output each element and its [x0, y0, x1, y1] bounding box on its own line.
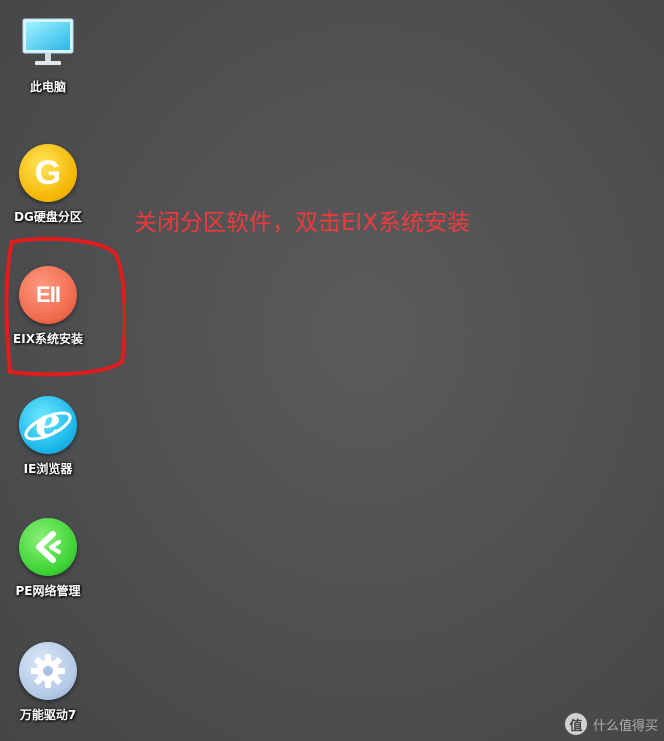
- highlight-ring-annotation: [4, 236, 126, 377]
- computer-icon: [17, 12, 79, 74]
- watermark-badge: 值: [564, 713, 587, 735]
- desktop-icon-label: 此电脑: [29, 80, 66, 94]
- desktop-icon-this-pc[interactable]: 此电脑: [2, 12, 94, 95]
- instruction-annotation: 关闭分区软件，双击EIX系统安装: [134, 210, 471, 236]
- driver-gear-icon: [17, 640, 79, 702]
- desktop-icon-label: 万能驱动7: [19, 708, 77, 722]
- pe-network-icon: [17, 516, 79, 578]
- desktop-icon-label: IE浏览器: [23, 462, 73, 476]
- watermark: 值 什么值得买: [564, 713, 658, 735]
- diskgenius-glyph: G: [34, 153, 62, 192]
- desktop-icon-ie-browser[interactable]: e IE浏览器: [2, 394, 94, 477]
- desktop: 此电脑 G DG硬盘分区 EII EIX系统安装 e IE浏览器 PE网络管理 …: [0, 0, 664, 741]
- desktop-icon-label: PE网络管理: [15, 584, 81, 598]
- watermark-text: 什么值得买: [592, 718, 658, 734]
- ie-browser-icon: e: [17, 394, 79, 456]
- desktop-icon-pe-network[interactable]: PE网络管理: [2, 516, 94, 599]
- desktop-icon-label: DG硬盘分区: [14, 210, 82, 224]
- desktop-icon-dg-partition[interactable]: G DG硬盘分区: [2, 142, 94, 225]
- desktop-icon-universal-driver[interactable]: 万能驱动7: [2, 640, 94, 723]
- diskgenius-icon: G: [17, 142, 79, 204]
